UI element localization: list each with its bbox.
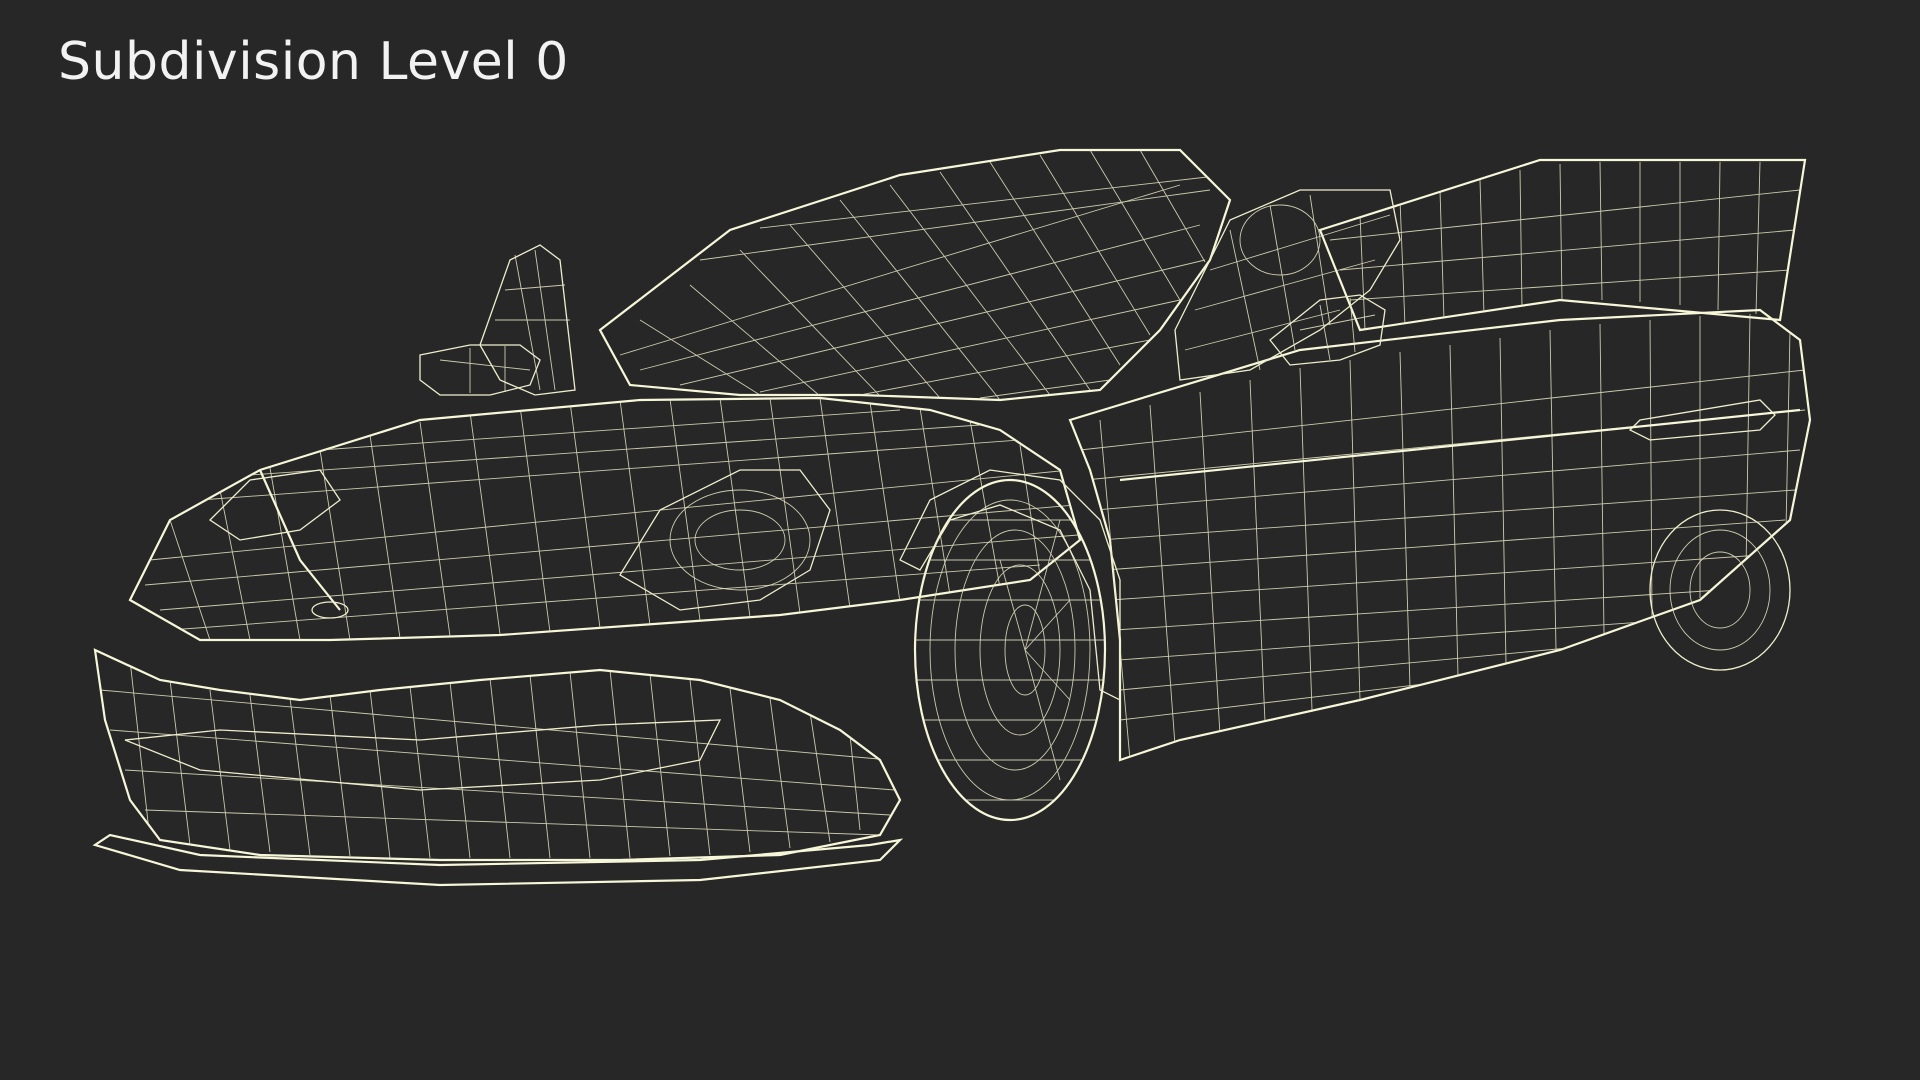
wireframe-car-render: [92, 148, 1812, 887]
render-viewport: Subdivision Level 0: [0, 0, 1920, 1080]
